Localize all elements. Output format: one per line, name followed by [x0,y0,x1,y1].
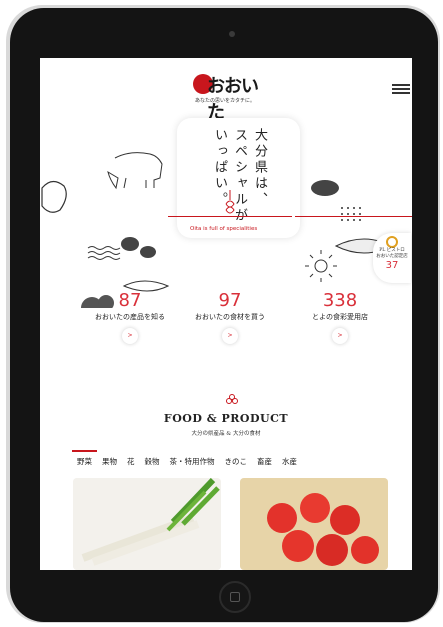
camera-icon [229,31,235,37]
ribbon-knot-icon [225,190,235,214]
green-onion-image [73,478,221,570]
stat-products-value: 87 [118,290,142,311]
stat-ingredients-value: 97 [218,290,242,311]
meat-illustration [311,180,339,196]
home-square-icon [230,592,240,602]
tab-livestock[interactable]: 畜産 [252,454,277,472]
stat-shops-label: とよの食彩愛用店 [312,313,368,321]
stat-ingredients-label: おおいたの食材を買う [195,313,265,321]
mushroom-illustration [121,237,156,258]
hero-card: 大分県は、 スペシャルが いっぱい。 [177,118,300,238]
tab-vegetables[interactable]: 野菜 [72,450,97,472]
tab-grains[interactable]: 穀物 [140,454,165,472]
tab-tea-crops[interactable]: 茶・特用作物 [165,454,220,472]
home-button[interactable] [219,581,251,613]
tab-seafood[interactable]: 水産 [277,454,302,472]
flower-icon [226,394,238,404]
product-card-green-onion[interactable] [73,478,221,570]
bistro-badge[interactable]: PL ピストロ おおいた認定店 37 [373,233,411,283]
stat-products-label: おおいたの産品を知る [95,313,165,321]
stat-shops-value: 338 [322,290,358,311]
category-tabs: 野菜 果物 花 穀物 茶・特用作物 きのこ 畜産 水産 [72,450,302,472]
stat-shops-button[interactable]: > [332,328,348,344]
tab-flowers[interactable]: 花 [122,454,140,472]
hamburger-menu-icon[interactable] [392,84,410,94]
pepper-illustration [41,180,67,213]
site-logo[interactable]: おおいた あなたの思いをカタチに。 [193,72,265,123]
hero-line-1: 大分県は、 [252,128,267,208]
bistro-badge-icon [386,236,398,248]
stat-products-button[interactable]: > [122,328,138,344]
web-screen: おおいた あなたの思いをカタチに。 大分県は、 スペシャルが いっぱい。 Oit… [40,58,412,570]
dot-grid-illustration [341,207,361,221]
food-product-subtitle: 大分の県産品 & 大分の食材 [191,431,261,437]
bistro-badge-value: 37 [385,260,399,271]
stat-products[interactable]: 87 おおいたの産品を知る > [80,290,180,344]
stat-ingredients[interactable]: 97 おおいたの食材を買う > [180,290,280,344]
food-product-title: FOOD & PRODUCT [163,412,289,425]
cow-illustration [107,152,163,190]
product-card-tomato[interactable] [240,478,388,570]
ribbon-line-right [295,216,412,217]
tab-mushrooms[interactable]: きのこ [220,454,253,472]
stat-ingredients-button[interactable]: > [222,328,238,344]
hero-caption: Oita is full of specialities [190,226,258,232]
sun-illustration [305,250,337,282]
tomato-image [240,478,388,570]
wave-lines-left [87,246,121,260]
tab-fruits[interactable]: 果物 [97,454,122,472]
logo-tagline: あなたの思いをカタチに。 [195,98,256,104]
stat-shops[interactable]: 338 とよの食彩愛用店 > [290,290,390,344]
